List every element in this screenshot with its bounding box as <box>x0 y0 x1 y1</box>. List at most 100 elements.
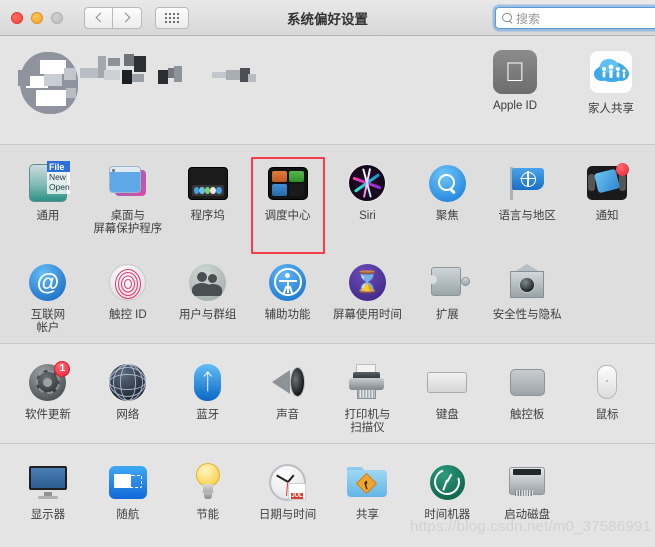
bluetooth-icon: ᛏ <box>186 360 230 404</box>
mission-control-icon <box>266 161 310 205</box>
preferences-section-accounts: @ 互联网 帐户 触控 ID 用户与群组 辅助功能 ⌛ 屏幕使用时间 扩展 安全… <box>0 244 655 344</box>
pref-label: 时间机器 <box>424 509 471 521</box>
pref-label: 通用 <box>36 210 60 222</box>
pref-label: 程序坞 <box>190 210 225 222</box>
pref-desktop-screensaver[interactable]: 桌面与 屏幕保护程序 <box>88 155 168 240</box>
apple-id-label: Apple ID <box>492 100 538 112</box>
search-field-container: 搜索 <box>495 7 655 29</box>
accessibility-icon <box>266 260 310 304</box>
pref-label: 语言与地区 <box>498 210 556 222</box>
chevron-right-icon <box>120 12 131 23</box>
search-icon <box>502 12 513 24</box>
pref-extensions[interactable]: 扩展 <box>407 254 487 339</box>
zoom-button <box>51 11 63 24</box>
pref-startup-disk[interactable]: 启动磁盘 <box>487 454 567 526</box>
pref-touch-id[interactable]: 触控 ID <box>88 254 168 339</box>
pref-label: 键盘 <box>435 409 459 421</box>
pref-sharing[interactable]: 共享 <box>328 454 408 526</box>
extensions-icon <box>425 260 471 304</box>
pref-label: 显示器 <box>30 509 66 521</box>
mouse-icon <box>585 360 629 404</box>
screen-time-icon: ⌛ <box>345 260 389 304</box>
sidecar-icon <box>106 460 150 504</box>
pref-printers-scanners[interactable]: 打印机与 扫描仪 <box>328 354 408 439</box>
pref-users-groups[interactable]: 用户与群组 <box>168 254 248 339</box>
software-update-icon: 1 <box>26 360 71 404</box>
users-groups-icon <box>186 260 230 304</box>
pref-label: 触控板 <box>509 409 545 421</box>
pref-software-update[interactable]: 1 软件更新 <box>8 354 88 439</box>
notifications-icon <box>585 161 630 205</box>
pref-empty-slot <box>567 254 647 339</box>
pref-mouse[interactable]: 鼠标 <box>567 354 647 439</box>
forward-button[interactable] <box>113 6 142 29</box>
search-input[interactable]: 搜索 <box>495 7 655 29</box>
pref-siri[interactable]: Siri <box>328 155 408 240</box>
pref-bluetooth[interactable]: ᛏ 蓝牙 <box>168 354 248 439</box>
pref-time-machine[interactable]: 时间机器 <box>407 454 487 526</box>
energy-saver-icon <box>186 460 230 504</box>
close-button[interactable] <box>11 11 23 24</box>
pref-label: 打印机与 扫描仪 <box>344 409 391 434</box>
search-placeholder: 搜索 <box>516 11 541 26</box>
apple-logo-icon:  <box>493 50 537 94</box>
pref-label: 节能 <box>196 509 220 521</box>
siri-icon <box>345 161 389 205</box>
traffic-light-group <box>11 11 63 24</box>
pref-keyboard[interactable]: 键盘 <box>407 354 487 439</box>
redacted-profile-name <box>80 52 260 112</box>
pref-energy-saver[interactable]: 节能 <box>168 454 248 526</box>
preferences-section-hardware: 1 软件更新 网络 ᛏ 蓝牙 声音 打印机与 扫描仪 键盘 触控板 鼠标 <box>0 344 655 444</box>
pref-network[interactable]: 网络 <box>88 354 168 439</box>
show-all-button[interactable] <box>155 6 189 29</box>
family-sharing-item[interactable]: 家人共享 <box>575 50 647 116</box>
pref-security-privacy[interactable]: 安全性与隐私 <box>487 254 567 339</box>
pref-label: 调度中心 <box>264 210 311 222</box>
pref-label: 随航 <box>116 509 140 521</box>
pref-label: 蓝牙 <box>196 409 220 421</box>
pref-label: 互联网 帐户 <box>30 309 66 334</box>
apple-id-item[interactable]:  Apple ID <box>479 50 551 116</box>
pref-label: 网络 <box>116 409 140 421</box>
pref-sidecar[interactable]: 随航 <box>88 454 168 526</box>
navigation-button-group <box>84 6 142 29</box>
pref-internet-accounts[interactable]: @ 互联网 帐户 <box>8 254 88 339</box>
time-machine-icon <box>425 460 469 504</box>
pref-label: 辅助功能 <box>264 309 311 321</box>
pref-label: 扩展 <box>435 309 459 321</box>
pref-label: 触控 ID <box>108 309 147 321</box>
calendar-month: JUL <box>291 492 303 499</box>
startup-disk-icon <box>505 460 549 504</box>
pref-label: 安全性与隐私 <box>492 309 562 321</box>
sound-icon <box>266 360 310 404</box>
pref-accessibility[interactable]: 辅助功能 <box>248 254 328 339</box>
pref-empty-slot <box>567 454 647 526</box>
window-titlebar: 系统偏好设置 搜索 <box>0 0 655 36</box>
grid-icon <box>165 12 179 23</box>
pref-general[interactable]: File New Open 通用 <box>8 155 88 240</box>
displays-icon <box>26 460 70 504</box>
minimize-button[interactable] <box>31 11 43 24</box>
preferences-row: 显示器 随航 节能 JUL 日期与时间 共享 时间机器 启动磁盘 <box>0 454 655 526</box>
keyboard-icon <box>425 360 469 404</box>
pref-language-region[interactable]: 语言与地区 <box>487 155 567 240</box>
pref-label: 屏幕使用时间 <box>332 309 402 321</box>
pref-sound[interactable]: 声音 <box>248 354 328 439</box>
pref-notifications[interactable]: 通知 <box>567 155 647 240</box>
pref-trackpad[interactable]: 触控板 <box>487 354 567 439</box>
preferences-row: 1 软件更新 网络 ᛏ 蓝牙 声音 打印机与 扫描仪 键盘 触控板 鼠标 <box>0 354 655 439</box>
pref-date-time[interactable]: JUL 18 日期与时间 <box>248 454 328 526</box>
sharing-icon <box>345 460 389 504</box>
pref-screen-time[interactable]: ⌛ 屏幕使用时间 <box>328 254 408 339</box>
pref-displays[interactable]: 显示器 <box>8 454 88 526</box>
pref-dock[interactable]: 程序坞 <box>168 155 248 240</box>
chevron-left-icon <box>95 12 105 23</box>
pref-spotlight[interactable]: 聚焦 <box>407 155 487 240</box>
back-button[interactable] <box>84 6 113 29</box>
family-sharing-icon <box>589 50 633 94</box>
security-privacy-icon <box>505 260 549 304</box>
pref-label: 通知 <box>595 210 619 222</box>
apple-id-banner:  Apple ID <box>0 36 655 145</box>
pref-mission-control[interactable]: 调度中心 <box>248 155 328 254</box>
pref-label: 鼠标 <box>595 409 619 421</box>
